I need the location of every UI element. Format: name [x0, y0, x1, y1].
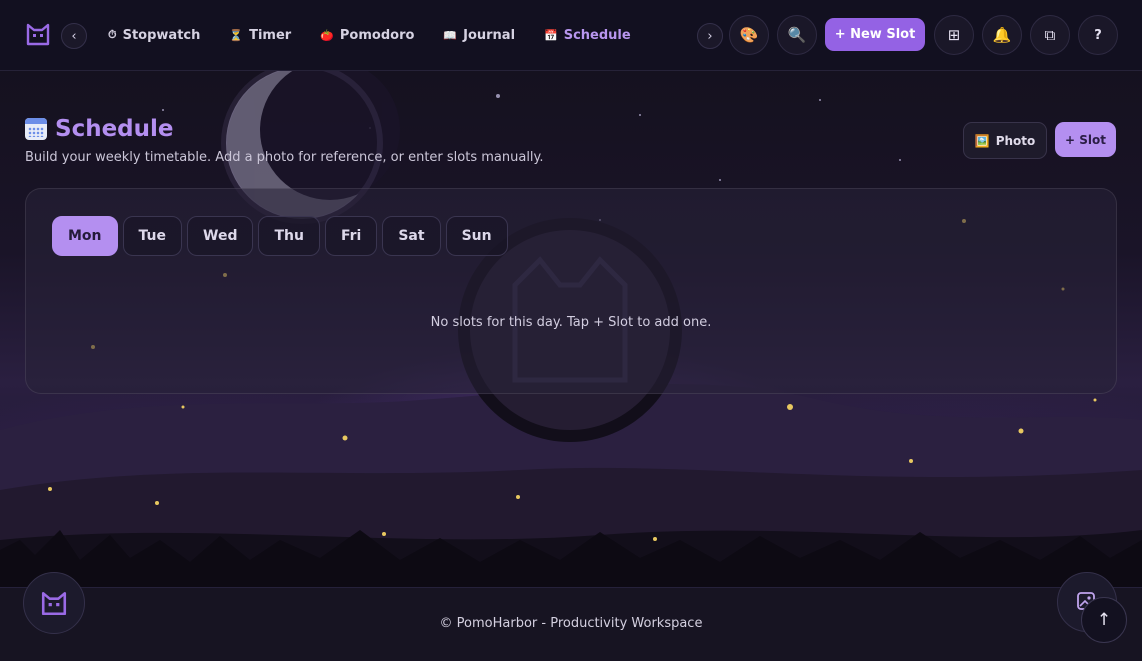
day-tab-sun[interactable]: Sun [445, 216, 508, 256]
chevron-right-icon: › [707, 28, 713, 44]
theme-button[interactable]: 🎨 [729, 15, 769, 55]
day-tab-tue[interactable]: Tue [122, 216, 183, 256]
tab-label: Journal [463, 27, 516, 43]
layout-button[interactable]: ⊞ [934, 15, 974, 55]
day-tab-thu[interactable]: Thu [258, 216, 320, 256]
page-subtitle: Build your weekly timetable. Add a photo… [25, 150, 544, 165]
book-icon: 📖 [443, 28, 458, 42]
notifications-button[interactable]: 🔔 [982, 15, 1022, 55]
nav-prev-button[interactable]: ‹ [61, 23, 87, 49]
day-selector: Mon Tue Wed Thu Fri Sat Sun [52, 216, 508, 256]
search-icon: 🔍 [787, 26, 807, 44]
nav-next-button[interactable]: › [697, 23, 723, 49]
window-button[interactable]: ⧉ [1030, 15, 1070, 55]
day-tab-mon[interactable]: Mon [52, 216, 118, 256]
day-tab-sat[interactable]: Sat [382, 216, 441, 256]
page-title: Schedule [55, 116, 174, 142]
calendar-icon [25, 118, 47, 140]
tab-label: Schedule [563, 27, 631, 43]
tab-label: Pomodoro [339, 27, 415, 43]
tab-pomodoro[interactable]: 🍅 Pomodoro [308, 28, 431, 43]
floating-cat-button[interactable] [23, 572, 85, 634]
tab-stopwatch[interactable]: ⏱ Stopwatch [96, 28, 217, 43]
tomato-icon: 🍅 [320, 28, 334, 42]
bell-icon: 🔔 [992, 26, 1012, 44]
chevron-left-icon: ‹ [71, 28, 77, 44]
schedule-card: Mon Tue Wed Thu Fri Sat Sun No slots for… [25, 188, 1117, 394]
palette-icon: 🎨 [739, 26, 759, 44]
footer-copyright: © PomoHarbor - Productivity Workspace [439, 616, 703, 631]
page-header: Schedule Build your weekly timetable. Ad… [25, 116, 544, 165]
tab-timer[interactable]: ⏳ Timer [217, 28, 308, 43]
day-tab-wed[interactable]: Wed [187, 216, 254, 256]
tab-label: Stopwatch [122, 27, 201, 43]
footer: © PomoHarbor - Productivity Workspace [0, 587, 1142, 661]
stopwatch-icon: ⏱ [108, 28, 117, 41]
scroll-to-top-button[interactable]: ↑ [1081, 597, 1127, 643]
top-nav-bar: ‹ ⏱ Stopwatch ⏳ Timer 🍅 Pomodoro 📖 Journ… [0, 0, 1142, 71]
tab-journal[interactable]: 📖 Journal [431, 28, 532, 43]
search-button[interactable]: 🔍 [777, 15, 817, 55]
tab-schedule[interactable]: 📅 Schedule [532, 28, 648, 43]
cat-icon [41, 592, 67, 616]
help-button[interactable]: ? [1078, 15, 1118, 55]
arrow-up-icon: ↑ [1096, 610, 1112, 630]
picture-icon: 🖼️ [974, 133, 990, 148]
day-tab-fri[interactable]: Fri [324, 216, 378, 256]
tab-label: Timer [249, 27, 292, 43]
calendar-icon: 📅 [544, 28, 558, 42]
empty-state-message: No slots for this day. Tap + Slot to add… [430, 315, 712, 330]
add-photo-button[interactable]: 🖼️ Photo [963, 122, 1047, 159]
new-slot-button[interactable]: + New Slot [825, 18, 925, 51]
window-icon: ⧉ [1044, 26, 1056, 44]
photo-button-label: Photo [995, 133, 1036, 148]
cat-logo-icon[interactable] [25, 21, 51, 47]
hourglass-icon: ⏳ [229, 28, 244, 42]
nav-tabs: ⏱ Stopwatch ⏳ Timer 🍅 Pomodoro 📖 Journal… [96, 0, 648, 70]
add-slot-button[interactable]: + Slot [1055, 122, 1116, 157]
grid-icon: ⊞ [947, 26, 961, 44]
